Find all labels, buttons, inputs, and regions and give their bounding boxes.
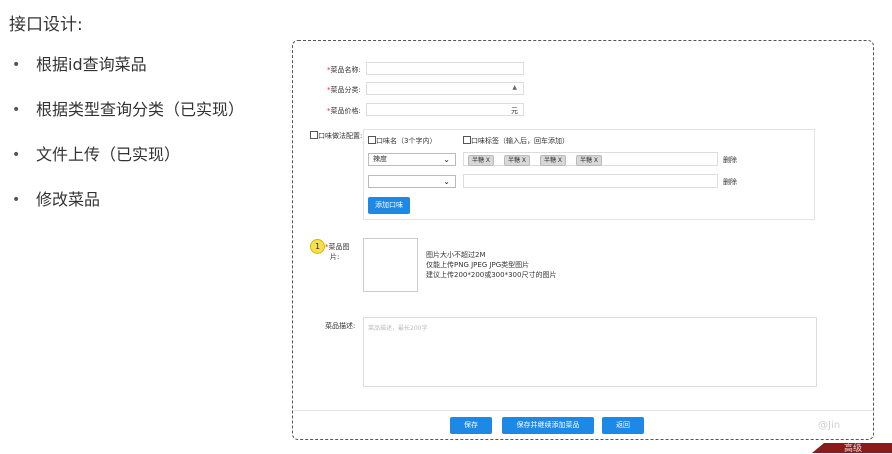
dish-image-label-line1: 菜品图 [328,243,350,251]
price-unit: 元 [511,107,518,115]
flavor-tag[interactable]: 半糖 X [504,155,531,166]
caret-down-icon: ▲ [512,84,517,91]
upload-tip: 仅能上传PNG JPEG JPG类型图片 [426,261,530,269]
flavor-tags-input[interactable] [463,174,718,188]
slide-title: 接口设计: [9,15,83,35]
flavor-tags-header: 口味标签（输入后，回车添加） [463,136,569,146]
bullet-dot-icon: • [12,147,21,163]
step-badge: 1 [310,239,325,254]
dish-desc-label: 菜品描述: [325,322,356,330]
bullet-item: • 文件上传（已实现） [12,145,244,165]
delete-flavor-link[interactable]: 删除 [723,177,737,187]
form-footer: 保存 保存并继续添加菜品 返回 [293,410,873,439]
dish-desc-textarea[interactable]: 菜品描述，最长200字 [363,317,817,387]
upload-tip: 图片大小不超过2M [426,251,486,259]
delete-flavor-link[interactable]: 删除 [723,155,737,165]
flavor-name-value: 辣度 [373,155,387,163]
flavor-config-label-text: 口味做法配置: [318,132,363,140]
bullet-list: • 根据id查询菜品 • 根据类型查询分类（已实现） • 文件上传（已实现） • 修改菜… [12,55,244,235]
flavor-tags-header-text: 口味标签（输入后，回车添加） [471,137,569,145]
dish-category-select[interactable]: ▲ [366,82,524,95]
dish-name-input[interactable] [366,62,524,75]
upload-tip: 建议上传200*200或300*300尺寸的图片 [426,271,557,279]
bullet-dot-icon: • [12,57,21,73]
add-flavor-button[interactable]: 添加口味 [368,197,410,214]
bullet-text: 根据类型查询分类（已实现） [36,100,245,119]
dish-name-label: *菜品名称: [327,65,361,75]
flavor-name-select[interactable]: 辣度 ⌄ [368,153,456,166]
bullet-text: 文件上传（已实现） [36,145,181,164]
flavor-name-header-text: 口味名（3个字内） [376,137,437,145]
save-button[interactable]: 保存 [450,417,492,434]
dish-name-label-text: 菜品名称: [330,66,361,74]
dish-desc-placeholder: 菜品描述，最长200字 [368,325,428,332]
dish-price-input[interactable]: 元 [366,103,524,116]
bullet-item: • 根据类型查询分类（已实现） [12,100,244,120]
dish-category-label-text: 菜品分类: [330,86,361,94]
bullet-text: 根据id查询菜品 [36,55,147,74]
dish-form-panel: *菜品名称: *菜品分类: ▲ *菜品价格: 元 口味做法配置: 口味名（3个字… [292,40,874,440]
flavor-tag[interactable]: 半糖 X [540,155,567,166]
bullet-text: 修改菜品 [36,190,101,209]
bullet-item: • 根据id查询菜品 [12,55,244,75]
flavor-tag[interactable]: 半糖 X [576,155,603,166]
flavor-name-select[interactable]: ⌄ [368,175,456,188]
dish-image-label: *菜品图 [325,242,350,252]
corner-banner-text: 高级 [844,444,863,454]
upload-tips: 图片大小不超过2M 仅能上传PNG JPEG JPG类型图片 建议上传200*2… [426,250,556,280]
checkbox-icon [368,136,376,144]
bullet-dot-icon: • [12,102,21,118]
back-button[interactable]: 返回 [602,417,644,434]
flavor-config-box: 口味名（3个字内） 口味标签（输入后，回车添加） 辣度 ⌄ 半糖 X 半糖 X 半… [363,129,815,220]
flavor-tag[interactable]: 半糖 X [468,155,495,166]
bullet-item: • 修改菜品 [12,190,244,210]
bullet-dot-icon: • [12,192,21,208]
chevron-down-icon: ⌄ [443,155,450,164]
dish-price-label-text: 菜品价格: [330,107,361,115]
checkbox-icon [310,131,318,139]
dish-image-label-line2: 片: [330,253,340,261]
dish-category-label: *菜品分类: [327,85,361,95]
flavor-tags-input[interactable]: 半糖 X 半糖 X 半糖 X 半糖 X [463,152,718,166]
checkbox-icon [463,136,471,144]
watermark: @Jin [818,420,841,431]
dish-price-label: *菜品价格: [327,106,361,116]
image-upload-area[interactable] [363,238,418,292]
save-and-continue-button[interactable]: 保存并继续添加菜品 [502,417,594,434]
corner-banner: 高级 [812,443,892,453]
flavor-config-label: 口味做法配置: [310,131,362,141]
flavor-name-header: 口味名（3个字内） [368,136,436,146]
chevron-down-icon: ⌄ [443,177,450,186]
